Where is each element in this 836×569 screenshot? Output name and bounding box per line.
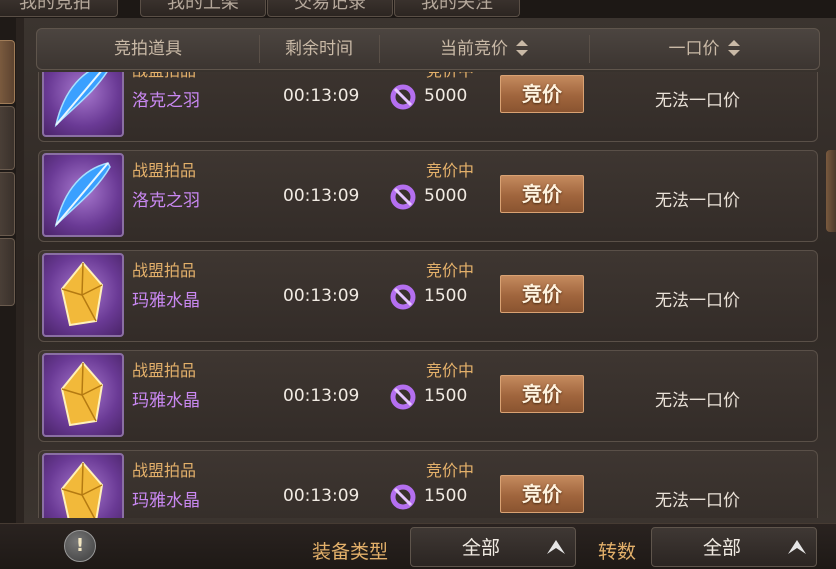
bid-status: 竞价中 <box>426 261 475 280</box>
current-price: 1500 <box>424 386 468 406</box>
time-left: 00:13:09 <box>283 286 360 306</box>
top-tab-bar: 我的竞拍 我的上架 交易记录 我的关注 <box>0 0 836 18</box>
current-price: 1500 <box>424 486 468 506</box>
item-thumbnail[interactable] <box>42 453 124 518</box>
bid-button[interactable]: 竞价 <box>500 75 584 113</box>
item-name: 玛雅水晶 <box>132 291 200 311</box>
bid-status: 竞价中 <box>426 461 475 480</box>
info-icon[interactable]: ! <box>64 530 96 562</box>
item-thumbnail[interactable] <box>42 353 124 437</box>
item-name: 洛克之羽 <box>132 91 200 111</box>
bid-button[interactable]: 竞价 <box>500 375 584 413</box>
right-edge-arrow[interactable] <box>826 150 836 232</box>
item-thumbnail[interactable] <box>42 253 124 337</box>
side-tab-1[interactable] <box>0 40 15 104</box>
auction-row: 战盟拍品 玛雅水晶 00:13:09 竞价中 1500 竞价 无法一口价 <box>38 250 818 342</box>
currency-icon <box>390 284 416 310</box>
item-source: 战盟拍品 <box>132 361 197 380</box>
buyout-status: 无法一口价 <box>655 291 740 311</box>
auction-row: 战盟拍品 洛克之羽 00:13:09 竞价中 5000 竞价 无法一口价 <box>38 72 818 142</box>
item-source: 战盟拍品 <box>132 72 196 81</box>
header-item: 竞拍道具 <box>114 39 182 59</box>
auction-row: 战盟拍品 洛克之羽 00:13:09 竞价中 5000 竞价 无法一口价 <box>38 150 818 242</box>
header-time-left: 剩余时间 <box>285 39 353 59</box>
currency-icon <box>390 384 416 410</box>
time-left: 00:13:09 <box>283 186 360 206</box>
feather-icon <box>54 72 108 128</box>
left-side-tabs <box>0 18 16 523</box>
currency-icon <box>390 84 416 110</box>
time-left: 00:13:09 <box>283 386 360 406</box>
item-name: 玛雅水晶 <box>132 491 200 511</box>
equip-type-label: 装备类型 <box>312 541 389 563</box>
chevron-up-icon <box>788 540 806 554</box>
time-left: 00:13:09 <box>283 486 360 506</box>
header-current-bid[interactable]: 当前竞价 <box>379 29 589 69</box>
sort-icon[interactable] <box>516 40 528 56</box>
equip-type-select[interactable]: 全部 <box>410 527 576 567</box>
item-source: 战盟拍品 <box>132 261 197 280</box>
buyout-status: 无法一口价 <box>655 391 740 411</box>
chevron-up-icon <box>547 540 565 554</box>
tab-my-bids[interactable]: 我的竞拍 <box>0 0 118 17</box>
bid-button[interactable]: 竞价 <box>500 275 584 313</box>
item-source: 战盟拍品 <box>132 461 197 480</box>
side-tab-2[interactable] <box>0 106 15 170</box>
auction-list[interactable]: 战盟拍品 洛克之羽 00:13:09 竞价中 5000 竞价 无法一口价 战盟拍… <box>38 72 820 518</box>
rebirth-label: 转数 <box>598 541 637 563</box>
bid-status: 竞价中 <box>426 161 475 180</box>
feather-icon <box>54 162 111 228</box>
current-price: 1500 <box>424 286 468 306</box>
side-tab-3[interactable] <box>0 172 15 236</box>
auction-row: 战盟拍品 玛雅水晶 00:13:09 竞价中 1500 竞价 无法一口价 <box>38 350 818 442</box>
header-buyout[interactable]: 一口价 <box>589 29 819 69</box>
side-tab-4[interactable] <box>0 238 15 306</box>
buyout-status: 无法一口价 <box>655 191 740 211</box>
current-price: 5000 <box>424 86 468 106</box>
sort-icon[interactable] <box>727 40 740 56</box>
item-thumbnail[interactable] <box>42 153 124 237</box>
tab-my-listings[interactable]: 我的上架 <box>140 0 266 17</box>
equip-type-value: 全部 <box>461 537 500 559</box>
item-name: 玛雅水晶 <box>132 391 200 411</box>
currency-icon <box>390 484 416 510</box>
bid-status: 竞价中 <box>426 72 474 81</box>
rebirth-value: 全部 <box>702 537 741 559</box>
buyout-status: 无法一口价 <box>655 91 740 111</box>
bid-button[interactable]: 竞价 <box>500 475 584 513</box>
bid-button[interactable]: 竞价 <box>500 175 584 213</box>
tab-trade-history[interactable]: 交易记录 <box>267 0 393 17</box>
time-left: 00:13:09 <box>283 86 360 106</box>
item-thumbnail[interactable] <box>42 72 124 137</box>
rebirth-select[interactable]: 全部 <box>651 527 817 567</box>
tab-my-watchlist[interactable]: 我的关注 <box>394 0 520 17</box>
item-name: 洛克之羽 <box>132 191 200 211</box>
bid-status: 竞价中 <box>426 361 475 380</box>
crystal-icon <box>60 461 104 518</box>
crystal-icon <box>60 361 104 427</box>
currency-icon <box>390 184 416 210</box>
current-price: 5000 <box>424 186 468 206</box>
buyout-status: 无法一口价 <box>655 491 740 511</box>
list-header: 竞拍道具 剩余时间 当前竞价 一口价 <box>36 28 820 70</box>
item-source: 战盟拍品 <box>132 161 197 180</box>
crystal-icon <box>60 261 104 327</box>
auction-row: 战盟拍品 玛雅水晶 00:13:09 竞价中 1500 竞价 无法一口价 <box>38 450 818 518</box>
